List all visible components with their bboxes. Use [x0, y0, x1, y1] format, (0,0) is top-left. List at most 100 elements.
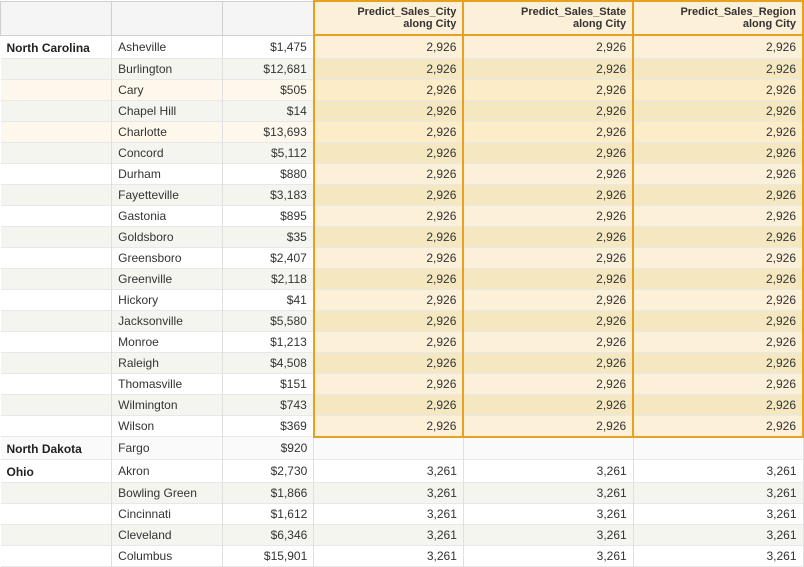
pred1-cell: 2,926 [314, 394, 464, 415]
pred3-cell: 3,261 [633, 504, 803, 525]
pred2-cell: 2,926 [463, 35, 633, 58]
data-table: Predict_Sales_Cityalong City Predict_Sal… [0, 0, 804, 567]
col-pred2: Predict_Sales_Statealong City [463, 1, 633, 35]
pred1-cell: 2,926 [314, 415, 464, 437]
pred2-cell: 2,926 [463, 226, 633, 247]
pred3-cell: 2,926 [633, 415, 803, 437]
state-cell [1, 394, 112, 415]
state-cell [1, 310, 112, 331]
pred2-cell [463, 437, 633, 460]
state-cell [1, 504, 112, 525]
state-cell: North Dakota [1, 437, 112, 460]
pred1-cell: 2,926 [314, 289, 464, 310]
table-row: Greenville$2,1182,9262,9262,926 [1, 268, 804, 289]
pred1-cell: 2,926 [314, 35, 464, 58]
pred1-cell: 2,926 [314, 331, 464, 352]
pred3-cell: 3,261 [633, 546, 803, 567]
state-cell [1, 373, 112, 394]
city-cell: Cleveland [112, 525, 223, 546]
state-cell [1, 268, 112, 289]
pred1-cell: 2,926 [314, 121, 464, 142]
table-row: Monroe$1,2132,9262,9262,926 [1, 331, 804, 352]
state-cell [1, 205, 112, 226]
sales-cell: $13,693 [223, 121, 314, 142]
pred1-cell: 2,926 [314, 184, 464, 205]
table-row: North CarolinaAsheville$1,4752,9262,9262… [1, 35, 804, 58]
sales-cell: $1,475 [223, 35, 314, 58]
state-cell: North Carolina [1, 35, 112, 58]
table-row: Charlotte$13,6932,9262,9262,926 [1, 121, 804, 142]
col-state [1, 1, 112, 35]
sales-cell: $880 [223, 163, 314, 184]
city-cell: Fayetteville [112, 184, 223, 205]
pred2-cell: 2,926 [463, 331, 633, 352]
state-cell [1, 100, 112, 121]
col-pred3: Predict_Sales_Regionalong City [633, 1, 803, 35]
city-cell: Columbus [112, 546, 223, 567]
pred1-cell: 2,926 [314, 58, 464, 79]
table-row: Gastonia$8952,9262,9262,926 [1, 205, 804, 226]
sales-cell: $4,508 [223, 352, 314, 373]
pred2-cell: 2,926 [463, 100, 633, 121]
pred2-cell: 2,926 [463, 310, 633, 331]
pred2-cell: 2,926 [463, 142, 633, 163]
table-row: Bowling Green$1,8663,2613,2613,261 [1, 483, 804, 504]
state-cell [1, 58, 112, 79]
city-cell: Durham [112, 163, 223, 184]
sales-cell: $2,730 [223, 460, 314, 483]
pred3-cell: 2,926 [633, 100, 803, 121]
pred2-cell: 2,926 [463, 205, 633, 226]
table-row: Hickory$412,9262,9262,926 [1, 289, 804, 310]
city-cell: Concord [112, 142, 223, 163]
sales-cell: $6,346 [223, 525, 314, 546]
table-row: Thomasville$1512,9262,9262,926 [1, 373, 804, 394]
state-cell [1, 483, 112, 504]
state-cell [1, 184, 112, 205]
sales-cell: $12,681 [223, 58, 314, 79]
pred2-cell: 2,926 [463, 394, 633, 415]
sales-cell: $505 [223, 79, 314, 100]
table-row: Goldsboro$352,9262,9262,926 [1, 226, 804, 247]
pred2-cell: 2,926 [463, 58, 633, 79]
city-cell: Chapel Hill [112, 100, 223, 121]
pred3-cell: 2,926 [633, 289, 803, 310]
pred1-cell: 3,261 [314, 525, 464, 546]
pred2-cell: 2,926 [463, 163, 633, 184]
col-sales [223, 1, 314, 35]
table-row: Durham$8802,9262,9262,926 [1, 163, 804, 184]
pred3-cell: 2,926 [633, 142, 803, 163]
table-row: Columbus$15,9013,2613,2613,261 [1, 546, 804, 567]
pred3-cell: 2,926 [633, 35, 803, 58]
pred1-cell: 2,926 [314, 352, 464, 373]
sales-cell: $1,213 [223, 331, 314, 352]
city-cell: Cincinnati [112, 504, 223, 525]
city-cell: Asheville [112, 35, 223, 58]
table-row: Concord$5,1122,9262,9262,926 [1, 142, 804, 163]
pred3-cell: 2,926 [633, 205, 803, 226]
table-row: Cary$5052,9262,9262,926 [1, 79, 804, 100]
city-cell: Charlotte [112, 121, 223, 142]
table-row: Wilson$3692,9262,9262,926 [1, 415, 804, 437]
pred2-cell: 3,261 [463, 483, 633, 504]
pred1-cell: 2,926 [314, 142, 464, 163]
pred2-cell: 2,926 [463, 373, 633, 394]
table-row: Raleigh$4,5082,9262,9262,926 [1, 352, 804, 373]
state-cell [1, 352, 112, 373]
pred2-cell: 2,926 [463, 79, 633, 100]
sales-cell: $15,901 [223, 546, 314, 567]
table-row: Cincinnati$1,6123,2613,2613,261 [1, 504, 804, 525]
table-row: North DakotaFargo$920 [1, 437, 804, 460]
pred3-cell: 2,926 [633, 121, 803, 142]
city-cell: Jacksonville [112, 310, 223, 331]
table-row: Jacksonville$5,5802,9262,9262,926 [1, 310, 804, 331]
sales-cell: $2,407 [223, 247, 314, 268]
city-cell: Greensboro [112, 247, 223, 268]
city-cell: Wilson [112, 415, 223, 437]
pred1-cell: 2,926 [314, 100, 464, 121]
city-cell: Hickory [112, 289, 223, 310]
city-cell: Goldsboro [112, 226, 223, 247]
pred1-cell: 2,926 [314, 247, 464, 268]
pred1-cell: 2,926 [314, 79, 464, 100]
sales-cell: $895 [223, 205, 314, 226]
sales-cell: $369 [223, 415, 314, 437]
